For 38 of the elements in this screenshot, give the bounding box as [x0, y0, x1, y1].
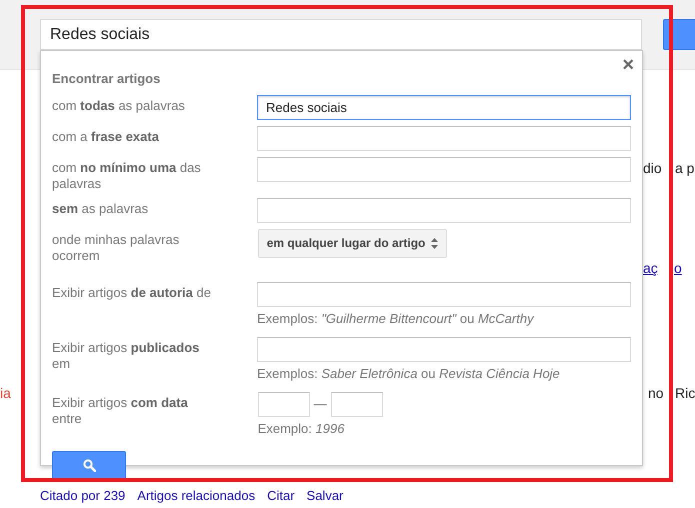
close-button[interactable]: × — [620, 55, 636, 75]
input-field[interactable] — [257, 336, 631, 362]
dash-separator: — — [314, 395, 327, 414]
field-label: Exibir artigos com data entre — [52, 394, 189, 426]
search-submit-button[interactable] — [52, 450, 126, 480]
text-fragment: a p — [675, 159, 694, 178]
example-hint: Exemplos: Saber Eletrônica ou Revista Ciência Hoje — [257, 366, 560, 380]
date-to-field[interactable] — [330, 392, 383, 416]
field-label: com todas as palavras — [52, 96, 186, 114]
text-fragment: Ric — [675, 384, 695, 403]
input-field[interactable]: Redes sociais — [257, 94, 631, 120]
search-field[interactable]: Redes sociais — [40, 19, 642, 50]
result-link[interactable]: Salvar — [306, 486, 344, 506]
input-field[interactable] — [257, 156, 631, 182]
text-fragment: no — [648, 384, 664, 403]
input-field[interactable] — [257, 126, 631, 150]
dropdown[interactable]: em qualquer lugar do artigo — [258, 228, 448, 258]
field-label: onde minhas palavras ocorrem — [52, 230, 180, 264]
sort-arrows-icon — [431, 238, 438, 248]
field-label: Exibir artigos publicados em — [52, 338, 200, 372]
search-icon — [82, 459, 96, 472]
text-fragment: ia — [0, 384, 11, 403]
panel-title: Encontrar artigos — [52, 70, 160, 88]
link[interactable]: aç — [643, 258, 658, 279]
result-link[interactable]: Artigos relacionados — [137, 486, 256, 506]
field-label: com a frase exata — [52, 128, 160, 144]
date-from-field[interactable] — [258, 392, 310, 416]
field-label: sem as palavras — [52, 200, 150, 216]
link[interactable]: o — [674, 258, 682, 279]
input-field[interactable] — [257, 282, 631, 306]
example-hint: Exemplo: 1996 — [258, 420, 344, 436]
result-link[interactable]: Citar — [267, 486, 295, 506]
text-fragment: dio — [643, 159, 662, 178]
result-link[interactable]: Citado por 239 — [40, 486, 126, 506]
input-field[interactable] — [257, 198, 631, 222]
field-label: com no mínimo uma das palavras — [52, 158, 202, 192]
field-label: Exibir artigos de autoria de — [52, 284, 212, 300]
example-hint: Exemplos: "Guilherme Bittencourt" ou McCarthy — [257, 310, 534, 326]
